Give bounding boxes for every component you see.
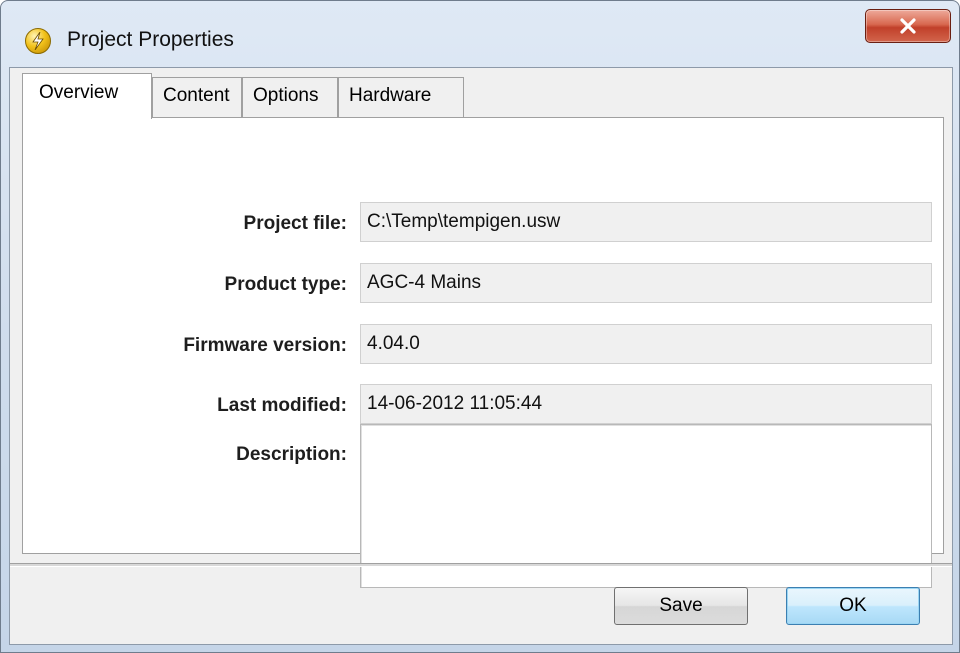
footer-separator bbox=[10, 563, 952, 567]
firmware-version-label: Firmware version: bbox=[183, 335, 347, 356]
tab-label: Content bbox=[163, 85, 230, 106]
tab-content[interactable]: Content bbox=[152, 77, 242, 117]
tab-label: Options bbox=[253, 85, 319, 106]
save-button[interactable]: Save bbox=[614, 587, 748, 625]
project-file-field[interactable]: C:\Temp\tempigen.usw bbox=[360, 202, 932, 242]
tab-options[interactable]: Options bbox=[242, 77, 338, 117]
firmware-version-field[interactable]: 4.04.0 bbox=[360, 324, 932, 364]
overview-panel: Project file: C:\Temp\tempigen.usw Produ… bbox=[22, 117, 944, 588]
close-icon bbox=[900, 18, 916, 34]
title-bar[interactable]: Project Properties bbox=[1, 1, 959, 61]
tab-hardware[interactable]: Hardware bbox=[338, 77, 464, 117]
last-modified-field[interactable]: 14-06-2012 11:05:44 bbox=[360, 384, 932, 424]
ok-button[interactable]: OK bbox=[786, 587, 920, 625]
last-modified-label: Last modified: bbox=[217, 395, 347, 416]
product-type-label: Product type: bbox=[224, 274, 347, 295]
window-title: Project Properties bbox=[67, 28, 234, 51]
tab-overview[interactable]: Overview bbox=[22, 73, 152, 119]
description-label: Description: bbox=[236, 444, 347, 465]
product-type-field[interactable]: AGC-4 Mains bbox=[360, 263, 932, 303]
lightning-bolt-icon bbox=[25, 28, 51, 54]
tab-label: Hardware bbox=[349, 85, 432, 106]
dialog-client-area: Overview Content Options Hardware Projec… bbox=[9, 67, 953, 645]
tab-label: Overview bbox=[39, 82, 119, 103]
project-properties-window: Project Properties Overview Content Opti… bbox=[0, 0, 960, 653]
project-file-label: Project file: bbox=[243, 213, 347, 234]
close-button[interactable] bbox=[865, 9, 951, 43]
